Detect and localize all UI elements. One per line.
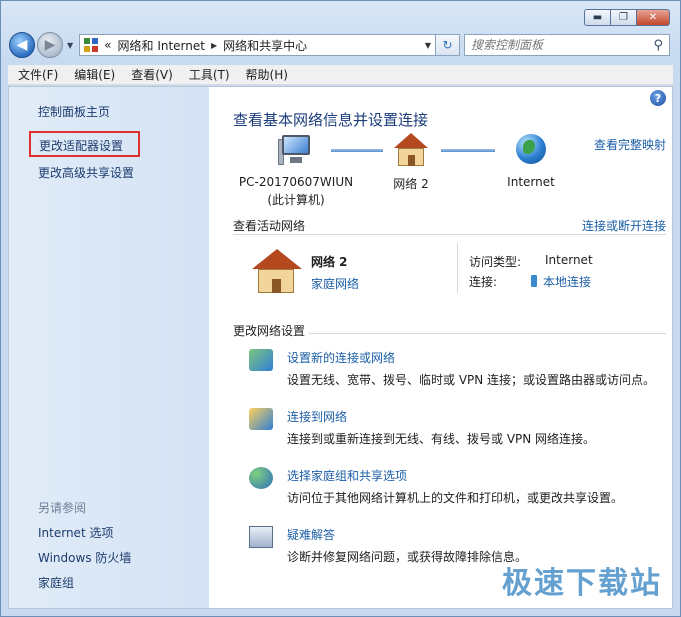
content-area: 控制面板主页 更改适配器设置 更改高级共享设置 另请参阅 Internet 选项… <box>8 86 673 609</box>
forward-button[interactable]: ▶ <box>37 32 63 58</box>
breadcrumb-network-center[interactable]: 网络和共享中心 <box>223 37 307 54</box>
navigation-bar: ◀ ▶ ▼ « 网络和 Internet ▶ 网络和共享中心 ▼ ↻ ⚲ <box>9 31 670 59</box>
ethernet-icon <box>531 275 537 287</box>
network-type-link[interactable]: 家庭网络 <box>311 275 359 292</box>
control-panel-icon <box>84 38 99 52</box>
connection-value: 本地连接 <box>531 273 591 290</box>
divider <box>309 333 666 334</box>
access-type-value: Internet <box>545 253 593 267</box>
internet-label: Internet <box>507 175 555 189</box>
menu-bar: 文件(F) 编辑(E) 查看(V) 工具(T) 帮助(H) <box>8 65 673 85</box>
homegroup-icon <box>249 467 273 489</box>
access-type-label: 访问类型: <box>469 255 522 269</box>
menu-view[interactable]: 查看(V) <box>121 66 179 83</box>
task-description: 连接到或重新连接到无线、有线、拨号或 VPN 网络连接。 <box>287 432 596 446</box>
address-dropdown-icon[interactable]: ▼ <box>425 41 431 50</box>
sidebar-item-home[interactable]: 控制面板主页 <box>38 103 110 120</box>
change-settings-heading: 更改网络设置 <box>233 324 306 338</box>
network-map: PC-20170607WIUN (此计算机) 网络 2 Internet <box>209 133 669 213</box>
close-button[interactable]: ✕ <box>636 9 670 26</box>
window: ▬ ❐ ✕ ◀ ▶ ▼ « 网络和 Internet ▶ 网络和共享中心 ▼ ↻… <box>0 0 681 617</box>
pc-name: PC-20170607WIUN <box>238 175 354 189</box>
main-panel: ? 查看基本网络信息并设置连接 查看完整映射 PC-20170607WIUN (… <box>209 87 672 608</box>
computer-icon <box>278 133 314 167</box>
search-icon[interactable]: ⚲ <box>653 38 663 53</box>
page-title: 查看基本网络信息并设置连接 <box>233 111 429 129</box>
address-overflow[interactable]: « <box>104 38 111 52</box>
task-description: 诊断并修复网络问题，或获得故障排除信息。 <box>287 550 528 564</box>
troubleshoot-icon <box>249 526 273 548</box>
menu-help[interactable]: 帮助(H) <box>236 66 294 83</box>
vertical-divider <box>457 243 458 293</box>
house-icon <box>393 133 429 167</box>
map-node-internet: Internet <box>499 133 563 189</box>
search-input[interactable] <box>471 38 654 52</box>
connection-label: 连接: <box>469 275 498 289</box>
breadcrumb-network-internet[interactable]: 网络和 Internet <box>118 37 205 54</box>
connect-network-link[interactable]: 连接到网络 <box>287 408 347 425</box>
menu-file[interactable]: 文件(F) <box>8 66 64 83</box>
sidebar-item-homegroup[interactable]: 家庭组 <box>38 574 74 591</box>
maximize-button[interactable]: ❐ <box>610 9 636 26</box>
sidebar-item-internet-options[interactable]: Internet 选项 <box>38 524 113 541</box>
sidebar: 控制面板主页 更改适配器设置 更改高级共享设置 另请参阅 Internet 选项… <box>9 87 209 608</box>
home-network-icon <box>251 249 302 293</box>
menu-edit[interactable]: 编辑(E) <box>64 66 121 83</box>
see-also-heading: 另请参阅 <box>38 501 87 515</box>
network-label: 网络 2 <box>393 177 429 191</box>
new-connection-icon <box>249 349 273 371</box>
recent-pages-chevron-icon[interactable]: ▼ <box>67 41 73 50</box>
connect-network-icon <box>249 408 273 430</box>
new-connection-link[interactable]: 设置新的连接或网络 <box>287 349 395 366</box>
breadcrumb-arrow-icon[interactable]: ▶ <box>211 41 217 50</box>
sidebar-item-advanced-sharing[interactable]: 更改高级共享设置 <box>38 164 134 181</box>
active-network-name: 网络 2 <box>311 255 348 269</box>
connector-line <box>331 149 383 152</box>
menu-tools[interactable]: 工具(T) <box>179 66 236 83</box>
connect-disconnect-link[interactable]: 连接或断开连接 <box>582 217 666 234</box>
refresh-button[interactable]: ↻ <box>436 34 460 56</box>
homegroup-link[interactable]: 选择家庭组和共享选项 <box>287 467 407 484</box>
help-icon[interactable]: ? <box>650 90 666 106</box>
pc-sub-label: (此计算机) <box>267 193 325 207</box>
caption-buttons: ▬ ❐ ✕ <box>584 9 670 26</box>
active-network: 网络 2 家庭网络 访问类型: Internet 连接: 本地连接 <box>233 237 663 299</box>
search-box[interactable]: ⚲ <box>464 34 670 56</box>
highlight-box: 更改适配器设置 <box>29 131 140 157</box>
watermark: 极速下载站 <box>502 566 662 601</box>
troubleshoot-link[interactable]: 疑难解答 <box>287 526 335 543</box>
task-description: 设置无线、宽带、拨号、临时或 VPN 连接；或设置路由器或访问点。 <box>287 373 656 387</box>
globe-icon <box>513 133 549 167</box>
connector-line <box>441 149 495 152</box>
map-node-network: 网络 2 <box>379 133 443 192</box>
active-networks-heading: 查看活动网络 <box>233 219 306 233</box>
minimize-button[interactable]: ▬ <box>584 9 610 26</box>
address-bar[interactable]: « 网络和 Internet ▶ 网络和共享中心 ▼ <box>79 34 436 56</box>
sidebar-item-adapter-settings[interactable]: 更改适配器设置 <box>39 137 138 154</box>
divider <box>233 234 666 235</box>
task-description: 访问位于其他网络计算机上的文件和打印机，或更改共享设置。 <box>287 491 624 505</box>
sidebar-item-firewall[interactable]: Windows 防火墙 <box>38 549 131 566</box>
back-button[interactable]: ◀ <box>9 32 35 58</box>
local-connection-link[interactable]: 本地连接 <box>543 275 591 289</box>
map-node-computer: PC-20170607WIUN (此计算机) <box>231 133 361 208</box>
